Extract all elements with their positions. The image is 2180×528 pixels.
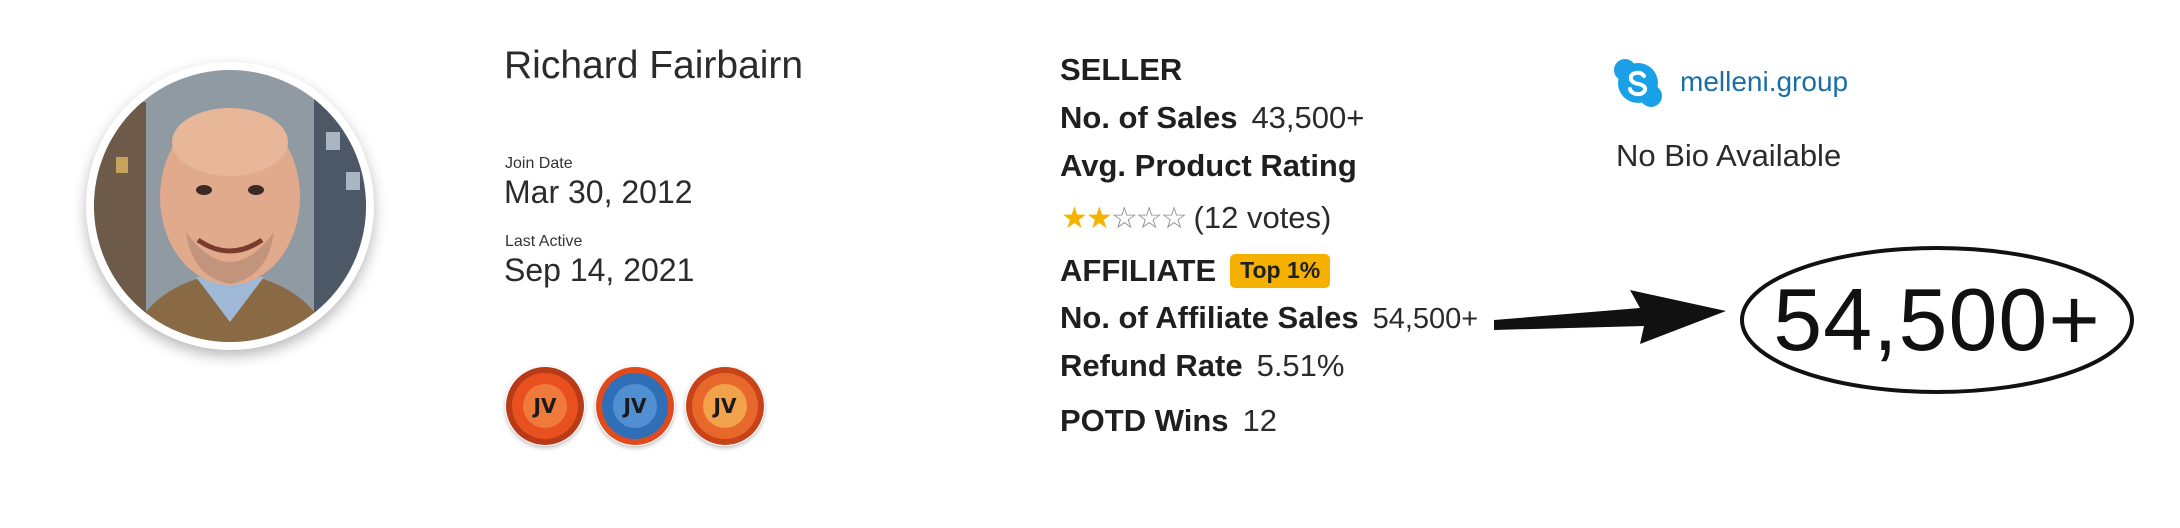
- join-date-value: Mar 30, 2012: [504, 174, 693, 210]
- refund-rate-label: Refund Rate: [1060, 348, 1243, 383]
- profile-avatar: [86, 62, 374, 350]
- affiliate-heading: AFFILIATE: [1060, 253, 1217, 288]
- premium-seller-badge-icon: JV: [506, 367, 584, 445]
- svg-text:JV: JV: [712, 394, 737, 418]
- last-active-value: Sep 14, 2021: [504, 252, 695, 288]
- premium-affiliate-badge-icon: JV: [596, 367, 674, 445]
- profile-name: Richard Fairbairn: [504, 44, 804, 87]
- svg-text:JV: JV: [532, 394, 557, 418]
- potd-wins-value: 12: [1242, 403, 1277, 438]
- star-filled-icon: ★: [1085, 201, 1113, 236]
- top-rank-badge: Top 1%: [1230, 254, 1331, 288]
- refund-rate-row: Refund Rate 5.51%: [1060, 348, 1344, 384]
- rating-votes: (12 votes): [1193, 200, 1332, 235]
- join-date-label: Join Date: [505, 155, 573, 172]
- high-performance-badge-icon: JV: [686, 367, 764, 445]
- achievement-badges: JV JV JV: [505, 366, 767, 450]
- svg-text:JV: JV: [622, 394, 647, 418]
- affiliate-sales-value: 54,500+: [1372, 303, 1479, 335]
- seller-sales-value: 43,500+: [1251, 100, 1365, 135]
- annotation-arrow-icon: [1494, 290, 1726, 344]
- potd-wins-row: POTD Wins 12: [1060, 403, 1277, 439]
- star-empty-icon: ☆: [1135, 201, 1163, 236]
- star-empty-icon: ☆: [1160, 201, 1188, 236]
- star-empty-icon: ☆: [1110, 201, 1138, 236]
- profile-bio: No Bio Available: [1616, 138, 1842, 173]
- avatar-photo: [88, 64, 372, 348]
- avg-rating-label: Avg. Product Rating: [1060, 148, 1357, 183]
- affiliate-sales-label: No. of Affiliate Sales: [1060, 300, 1359, 335]
- highlight-affiliate-sales: 54,500+: [1773, 270, 2101, 369]
- skype-icon: [1614, 59, 1662, 107]
- star-filled-icon: ★: [1061, 201, 1088, 236]
- seller-sales-row: No. of Sales 43,500+: [1060, 100, 1364, 136]
- affiliate-sales-row: No. of Affiliate Sales 54,500+: [1060, 300, 1478, 336]
- affiliate-heading-row: AFFILIATE Top 1%: [1060, 253, 1331, 289]
- potd-wins-label: POTD Wins: [1060, 403, 1229, 438]
- last-active-label: Last Active: [505, 233, 583, 250]
- refund-rate-value: 5.51%: [1256, 348, 1345, 383]
- seller-heading: SELLER: [1060, 52, 1183, 87]
- seller-sales-label: No. of Sales: [1060, 100, 1238, 135]
- skype-handle-link[interactable]: melleni.group: [1680, 66, 1848, 98]
- avg-rating: ★★☆☆☆ (12 votes): [1061, 200, 1331, 236]
